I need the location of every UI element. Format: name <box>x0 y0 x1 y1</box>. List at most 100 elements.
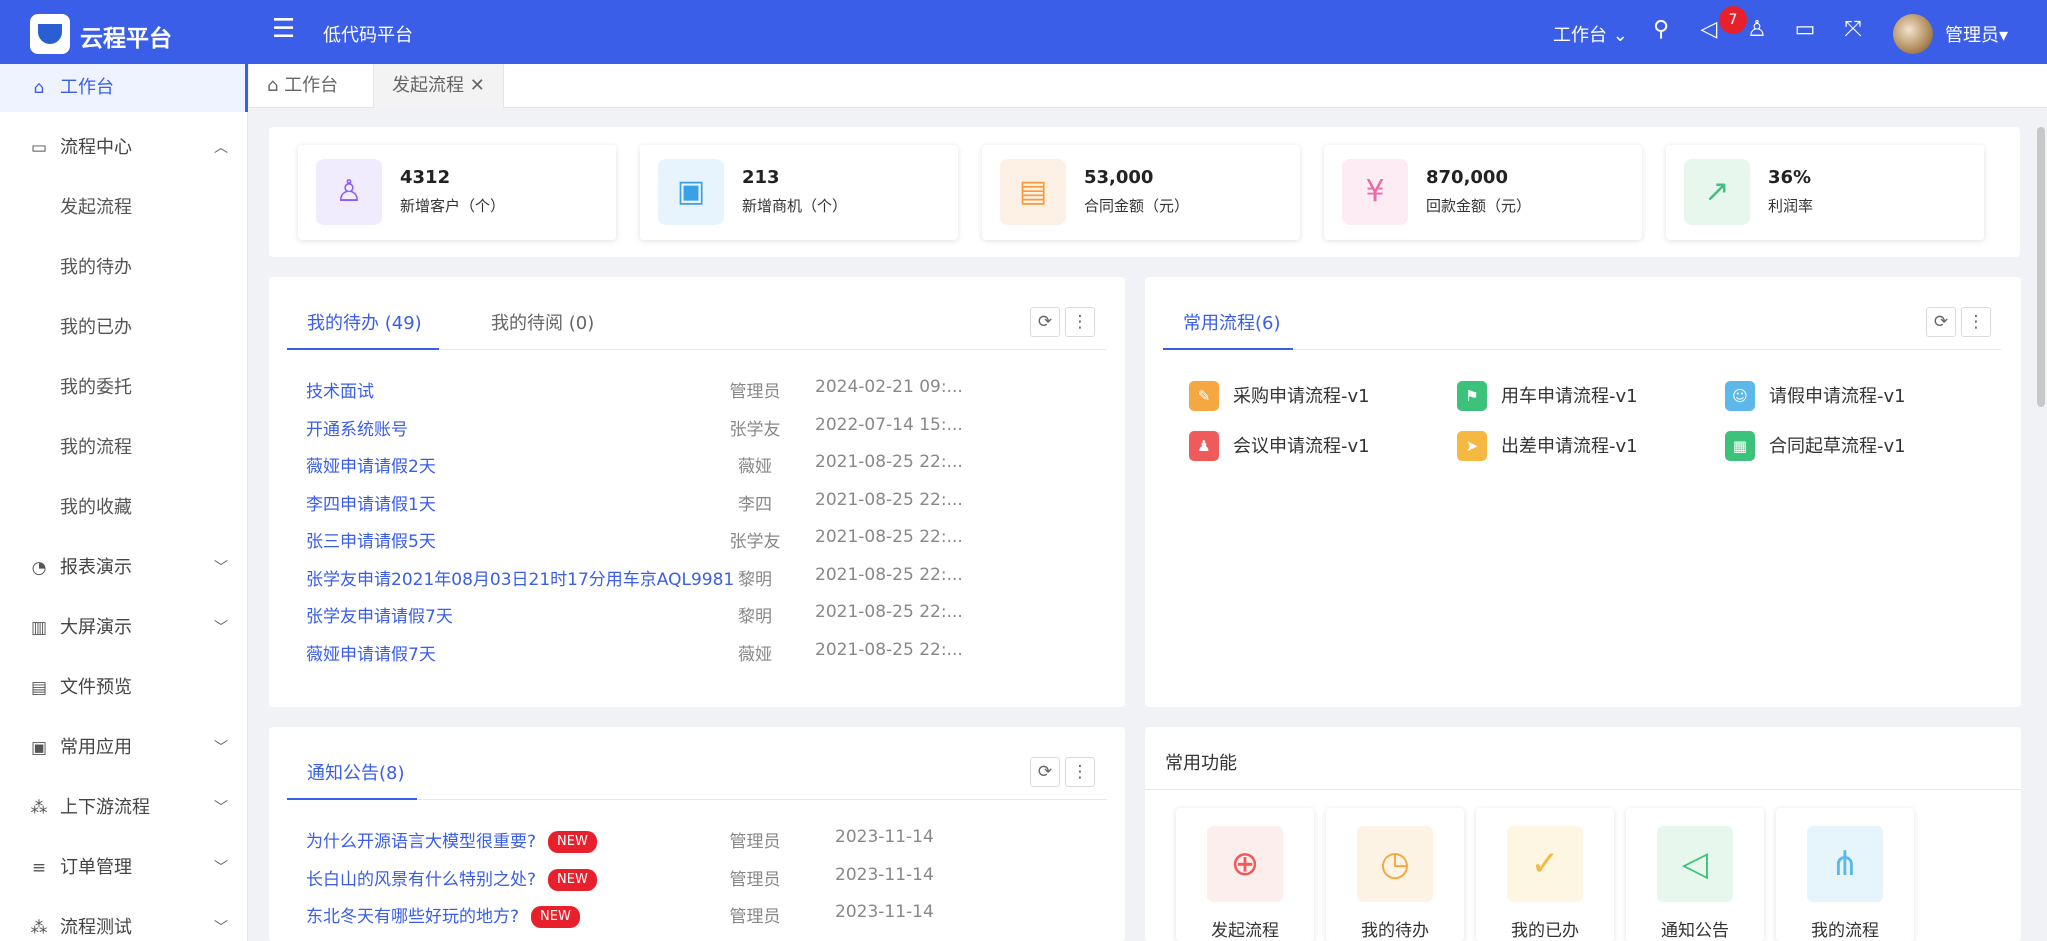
more-icon[interactable]: ⋮ <box>1065 757 1095 787</box>
sidebar: ⌂ 工作台 ▭ 流程中心 ︿ 发起流程 我的待办 我的已办 我的委托 我的流程 我的收… <box>0 64 248 941</box>
todo-title-link[interactable]: 开通系统账号 <box>306 415 408 440</box>
fullscreen-icon[interactable]: ⤧ <box>1838 16 1868 44</box>
sidebar-item-start-process[interactable]: 发起流程 <box>0 184 248 232</box>
avatar[interactable] <box>1893 14 1933 54</box>
tab-common-process[interactable]: 常用流程(6) <box>1183 313 1281 335</box>
monitor-icon[interactable]: ▭ <box>1790 16 1820 44</box>
process-item[interactable]: ➤ 出差申请流程-v1 <box>1457 429 1697 461</box>
sidebar-item-label: 我的收藏 <box>60 497 132 518</box>
todo-date: 2022-07-14 15:... <box>815 414 963 435</box>
sidebar-item-common-apps[interactable]: ▣ 常用应用 ﹀ <box>0 724 248 772</box>
notice-title-link[interactable]: 为什么开源语言大模型很重要? NEW <box>306 827 597 853</box>
more-icon[interactable]: ⋮ <box>1065 307 1095 337</box>
briefcase-icon: ▣ <box>30 738 48 758</box>
send-icon: ➤ <box>1457 431 1487 461</box>
list-item[interactable]: 为什么开源语言大模型很重要? NEW 管理员 2023-11-14 <box>306 827 1096 853</box>
chevron-down-icon: ﹀ <box>214 560 228 576</box>
todo-title-link[interactable]: 李四申请请假1天 <box>306 490 436 515</box>
scrollbar-thumb[interactable] <box>2037 127 2045 407</box>
stat-card: ♙ 4312 新增客户（个） <box>298 145 616 240</box>
chevron-down-icon: ﹀ <box>214 740 228 756</box>
todo-date: 2021-08-25 22:... <box>815 639 963 660</box>
workspace-dropdown[interactable]: 工作台 ⌄ <box>1553 21 1628 47</box>
todo-title-link[interactable]: 薇娅申请请假7天 <box>306 640 436 665</box>
bar-chart-icon: ▥ <box>30 618 48 638</box>
search-icon[interactable]: ⚲ <box>1646 16 1676 44</box>
sidebar-item-process-test[interactable]: ⁂ 流程测试 ﹀ <box>0 904 248 941</box>
table-row[interactable]: 开通系统账号 张学友 2022-07-14 15:... <box>306 414 1096 440</box>
notice-panel: 通知公告(8) ⟳ ⋮ 为什么开源语言大模型很重要? NEW 管理员 2023-11-… <box>269 727 1125 941</box>
tab-my-todo[interactable]: 我的待办 (49) <box>307 313 422 335</box>
notice-title-link[interactable]: 长白山的风景有什么特别之处? NEW <box>306 865 597 891</box>
sidebar-item-order-management[interactable]: ≡ 订单管理 ﹀ <box>0 844 248 892</box>
sidebar-item-file-preview[interactable]: ▤ 文件预览 <box>0 664 248 712</box>
function-label: 我的流程 <box>1811 921 1879 941</box>
table-row[interactable]: 张三申请请假5天 张学友 2021-08-25 22:... <box>306 527 1096 552</box>
chevron-down-icon: ﹀ <box>214 920 228 936</box>
chevron-up-icon: ︿ <box>214 140 228 156</box>
process-item[interactable]: ⚑ 用车申请流程-v1 <box>1457 379 1697 411</box>
todo-person: 黎明 <box>738 607 772 627</box>
function-item[interactable]: ⋔ 我的流程 <box>1776 808 1914 941</box>
refresh-icon[interactable]: ⟳ <box>1030 757 1060 787</box>
divider <box>1145 789 2021 790</box>
table-row[interactable]: 张学友申请请假7天 黎明 2021-08-25 22:... <box>306 602 1096 627</box>
sidebar-item-my-favorites[interactable]: 我的收藏 <box>0 484 248 532</box>
sidebar-item-my-done[interactable]: 我的已办 <box>0 304 248 352</box>
sidebar-item-upstream-downstream[interactable]: ⁂ 上下游流程 ﹀ <box>0 784 248 832</box>
close-icon[interactable]: ✕ <box>470 75 485 96</box>
sidebar-item-label: 文件预览 <box>60 677 132 698</box>
sidebar-item-my-delegate[interactable]: 我的委托 <box>0 364 248 412</box>
refresh-icon[interactable]: ⟳ <box>1030 307 1060 337</box>
tab-label: 工作台 <box>284 75 339 96</box>
shirt-icon[interactable]: ♙ <box>1742 16 1772 44</box>
app-logo[interactable] <box>30 14 70 54</box>
stat-label: 回款金额（元） <box>1426 197 1532 215</box>
todo-title-link[interactable]: 张学友申请2021年08月03日21时17分用车京AQL9981 <box>306 565 734 590</box>
todo-person: 薇娅 <box>738 457 772 477</box>
function-item[interactable]: ◁ 通知公告 <box>1626 808 1764 941</box>
table-row[interactable]: 薇娅申请请假2天 薇娅 2021-08-25 22:... <box>306 452 1096 477</box>
sidebar-item-my-process[interactable]: 我的流程 <box>0 424 248 472</box>
tab-notice[interactable]: 通知公告(8) <box>307 763 405 785</box>
sidebar-item-my-todo[interactable]: 我的待办 <box>0 244 248 292</box>
sidebar-item-reports[interactable]: ◔ 报表演示 ﹀ <box>0 544 248 592</box>
table-row[interactable]: 技术面试 管理员 2024-02-21 09:... <box>306 377 1096 402</box>
process-label: 合同起草流程-v1 <box>1769 436 1906 457</box>
sidebar-item-process-center[interactable]: ▭ 流程中心 ︿ <box>0 124 248 172</box>
speaker-icon: ◁ <box>1657 826 1733 902</box>
todo-title-link[interactable]: 张学友申请请假7天 <box>306 602 453 627</box>
stat-card: ¥870,000 回款金额（元） <box>1324 145 1642 240</box>
list-item[interactable]: 东北冬天有哪些好玩的地方? NEW 管理员 2023-11-14 <box>306 902 1096 928</box>
sidebar-item-workbench[interactable]: ⌂ 工作台 <box>0 64 248 112</box>
todo-title-link[interactable]: 薇娅申请请假2天 <box>306 452 436 477</box>
function-item[interactable]: ◷ 我的待办 <box>1326 808 1464 941</box>
refresh-icon[interactable]: ⟳ <box>1926 307 1956 337</box>
table-row[interactable]: 李四申请请假1天 李四 2021-08-25 22:... <box>306 490 1096 515</box>
function-item[interactable]: ⊕ 发起流程 <box>1176 808 1314 941</box>
function-item[interactable]: ✓ 我的已办 <box>1476 808 1614 941</box>
sidebar-item-label: 报表演示 <box>60 557 132 578</box>
stat-card: ↗ 36% 利润率 <box>1666 145 1984 240</box>
process-label: 采购申请流程-v1 <box>1233 386 1370 407</box>
process-item[interactable]: ♟ 会议申请流程-v1 <box>1189 429 1429 461</box>
table-row[interactable]: 薇娅申请请假7天 薇娅 2021-08-25 22:... <box>306 639 1096 665</box>
tab-workbench[interactable]: ⌂ 工作台 <box>249 64 356 108</box>
process-item[interactable]: ▦ 合同起草流程-v1 <box>1725 429 1965 461</box>
tab-start-process[interactable]: 发起流程 ✕ <box>373 64 504 108</box>
user-menu[interactable]: 管理员▾ <box>1945 21 2008 47</box>
notice-title-link[interactable]: 东北冬天有哪些好玩的地方? NEW <box>306 902 580 928</box>
todo-title-link[interactable]: 张三申请请假5天 <box>306 527 436 552</box>
purchase-icon: ✎ <box>1189 381 1219 411</box>
todo-title-link[interactable]: 技术面试 <box>306 377 374 402</box>
todo-date: 2021-08-25 22:... <box>815 452 963 472</box>
user-check-icon: ✓ <box>1507 826 1583 902</box>
more-icon[interactable]: ⋮ <box>1961 307 1991 337</box>
process-item[interactable]: ✎ 采购申请流程-v1 <box>1189 379 1429 411</box>
sidebar-item-big-screen[interactable]: ▥ 大屏演示 ﹀ <box>0 604 248 652</box>
process-item[interactable]: ☺ 请假申请流程-v1 <box>1725 379 1965 411</box>
menu-toggle-icon[interactable]: ☰ <box>272 16 295 42</box>
tab-my-toread[interactable]: 我的待阅 (0) <box>491 313 594 335</box>
table-row[interactable]: 张学友申请2021年08月03日21时17分用车京AQL9981 黎明 2021-0… <box>306 565 1096 590</box>
list-item[interactable]: 长白山的风景有什么特别之处? NEW 管理员 2023-11-14 <box>306 865 1096 891</box>
